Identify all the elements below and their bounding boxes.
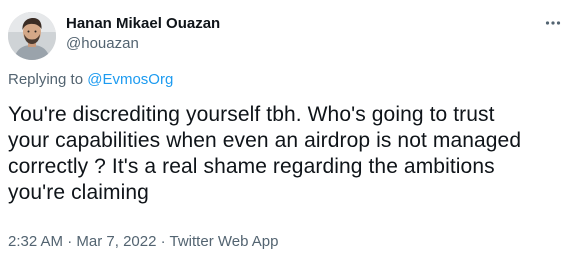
meta-separator: · xyxy=(160,233,166,250)
tweet-time-link[interactable]: 2:32 AM xyxy=(8,233,63,250)
replying-to-label: Replying to xyxy=(8,71,84,88)
author-handle[interactable]: @houazan xyxy=(66,34,220,54)
tweet-date-link[interactable]: Mar 7, 2022 xyxy=(76,233,156,250)
reply-mention-link[interactable]: @EvmosOrg xyxy=(87,71,173,88)
tweet-text-line: correctly ? It's a real shame regarding … xyxy=(8,155,495,178)
tweet-metadata: 2:32 AM · Mar 7, 2022 · Twitter Web App xyxy=(8,232,278,252)
avatar[interactable] xyxy=(8,12,56,60)
more-options-button[interactable] xyxy=(542,12,564,34)
meta-separator: · xyxy=(67,233,73,250)
author-info[interactable]: Hanan Mikael Ouazan @houazan xyxy=(66,14,220,54)
tweet-text-line: your capabilities when even an airdrop i… xyxy=(8,129,522,152)
tweet-source-link[interactable]: Twitter Web App xyxy=(170,233,279,250)
tweet-card: Hanan Mikael Ouazan @houazan Replying to… xyxy=(0,0,576,258)
tweet-text-line: You're discrediting yourself tbh. Who's … xyxy=(8,103,495,126)
replying-to: Replying to @EvmosOrg xyxy=(8,70,173,90)
author-display-name[interactable]: Hanan Mikael Ouazan xyxy=(66,14,220,34)
more-horizontal-icon xyxy=(545,21,561,25)
tweet-text: You're discrediting yourself tbh. Who's … xyxy=(8,102,568,206)
tweet-text-line: you're claiming xyxy=(8,181,149,204)
user-avatar-photo-icon xyxy=(8,12,56,60)
